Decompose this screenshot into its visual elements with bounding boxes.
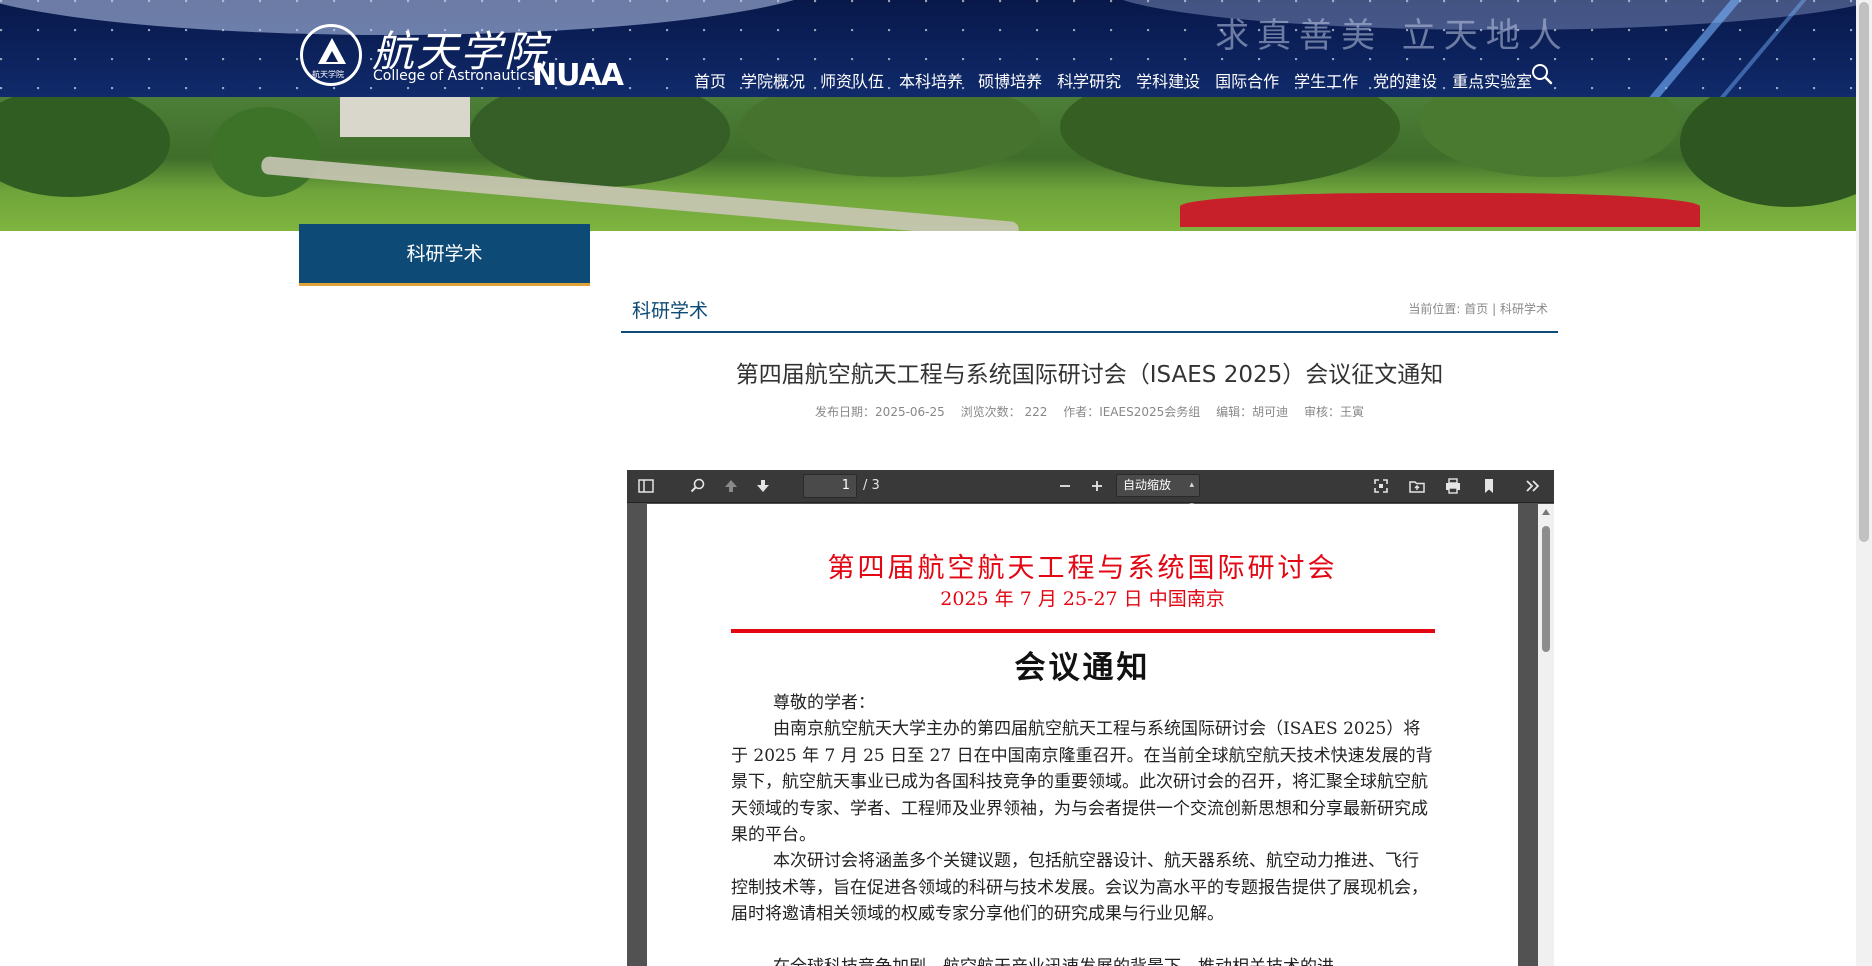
doc-paragraph: 在全球科技竞争加剧、航空航天产业迅速发展的背景下，推动相关技术的进: [731, 954, 1435, 966]
section-title: 科研学术: [632, 300, 709, 322]
sidebar-toggle-icon[interactable]: [637, 477, 655, 495]
pdf-scrollbar-thumb[interactable]: [1542, 526, 1550, 652]
reviewer: 审核：王寅: [1303, 405, 1364, 419]
nav-students[interactable]: 学生工作: [1294, 68, 1358, 92]
doc-subtitle: 2025 年 7 月 25-27 日 中国南京: [940, 588, 1225, 610]
presentation-mode-icon[interactable]: [1372, 477, 1390, 495]
logo-english-name: College of Astronautics: [373, 68, 535, 84]
pdf-toolbar: 1 / 3 自动缩放 ▴▾: [627, 470, 1554, 511]
section-header: 科研学术 当前位置: 首页 | 科研学术: [621, 290, 1558, 333]
doc-paragraph: 尊敬的学者：: [773, 693, 875, 713]
article-title: 第四届航空航天工程与系统国际研讨会（ISAES 2025）会议征文通知: [735, 362, 1444, 388]
pdf-scrollbar[interactable]: [1538, 504, 1554, 966]
breadcrumb-prefix: 当前位置:: [1408, 302, 1461, 316]
breadcrumb-separator: |: [1492, 302, 1497, 316]
zoom-out-icon[interactable]: [1056, 477, 1074, 495]
publish-date: 发布日期：2025-06-25: [815, 405, 945, 419]
pdf-viewer: 1 / 3 自动缩放 ▴▾: [627, 470, 1554, 966]
open-file-icon[interactable]: [1408, 477, 1426, 495]
sidebar-title[interactable]: 科研学术: [299, 224, 590, 286]
page-scrollbar-thumb[interactable]: [1859, 2, 1869, 542]
next-page-icon[interactable]: [754, 477, 772, 495]
search-icon[interactable]: [1531, 63, 1553, 85]
zoom-select[interactable]: 自动缩放 ▴▾: [1116, 474, 1200, 511]
author: 作者：IEAES2025会务组: [1063, 405, 1201, 419]
page-number-input[interactable]: 1: [803, 474, 857, 498]
breadcrumb: 当前位置: 首页 | 科研学术: [1408, 300, 1548, 317]
banner-flowerbed: [1180, 193, 1700, 227]
doc-paragraph: 本次研讨会将涵盖多个关键议题，包括航空器设计、航天器系统、航空动力推进、飞行控制…: [731, 851, 1428, 924]
nav-international[interactable]: 国际合作: [1215, 68, 1279, 92]
emblem-text: 航天学院: [312, 70, 344, 79]
doc-title: 第四届航空航天工程与系统国际研讨会: [827, 553, 1338, 584]
zoom-in-icon[interactable]: [1088, 477, 1106, 495]
nav-graduate[interactable]: 硕博培养: [978, 68, 1042, 92]
breadcrumb-current-link[interactable]: 科研学术: [1500, 302, 1548, 316]
zoom-value: 自动缩放: [1123, 478, 1172, 492]
article-meta: 发布日期：2025-06-25 浏览次数： 222 作者：IEAES2025会务…: [621, 403, 1558, 420]
previous-page-icon[interactable]: [722, 477, 740, 495]
editor: 编辑：胡可迪: [1216, 405, 1289, 419]
nav-faculty[interactable]: 师资队伍: [820, 68, 884, 92]
university-emblem-icon: 航天学院: [300, 24, 362, 86]
doc-heading: 会议通知: [1014, 650, 1151, 686]
site-logo[interactable]: 航天学院 航天学院 College of Astronautics NUAA: [300, 24, 650, 93]
page-total: / 3: [863, 478, 880, 493]
tools-menu-icon[interactable]: [1524, 477, 1542, 495]
pdf-page: 第四届航空航天工程与系统国际研讨会 2025 年 7 月 25-27 日 中国南…: [647, 504, 1518, 966]
nav-discipline[interactable]: 学科建设: [1136, 68, 1200, 92]
nav-undergraduate[interactable]: 本科培养: [899, 68, 963, 92]
header-slogan: 求真善美 立天地人: [1215, 16, 1570, 56]
nav-about[interactable]: 学院概况: [741, 68, 805, 92]
breadcrumb-home-link[interactable]: 首页: [1464, 302, 1488, 316]
print-icon[interactable]: [1444, 477, 1462, 495]
view-count: 浏览次数： 222: [960, 405, 1048, 419]
nav-home[interactable]: 首页: [694, 68, 726, 92]
campus-banner-image: [0, 97, 1856, 231]
bookmark-icon[interactable]: [1480, 477, 1498, 495]
doc-paragraph: 由南京航空航天大学主办的第四届航空航天工程与系统国际研讨会（ISAES 2025…: [731, 719, 1433, 845]
main-nav: 首页 学院概况 师资队伍 本科培养 硕博培养 科学研究 学科建设 国际合作 学生…: [694, 68, 1547, 92]
site-header: 求真善美 立天地人 航天学院 航天学院 College of Astronaut…: [0, 0, 1856, 97]
logo-nuaa-brand: NUAA: [532, 58, 624, 93]
page-scrollbar[interactable]: [1856, 0, 1872, 966]
nav-party[interactable]: 党的建设: [1373, 68, 1437, 92]
banner-building: [340, 97, 470, 137]
find-icon[interactable]: [689, 477, 707, 495]
scroll-up-icon[interactable]: [1542, 509, 1550, 515]
nav-research[interactable]: 科学研究: [1057, 68, 1121, 92]
nav-lab[interactable]: 重点实验室: [1452, 68, 1532, 92]
doc-red-rule: [731, 629, 1435, 633]
